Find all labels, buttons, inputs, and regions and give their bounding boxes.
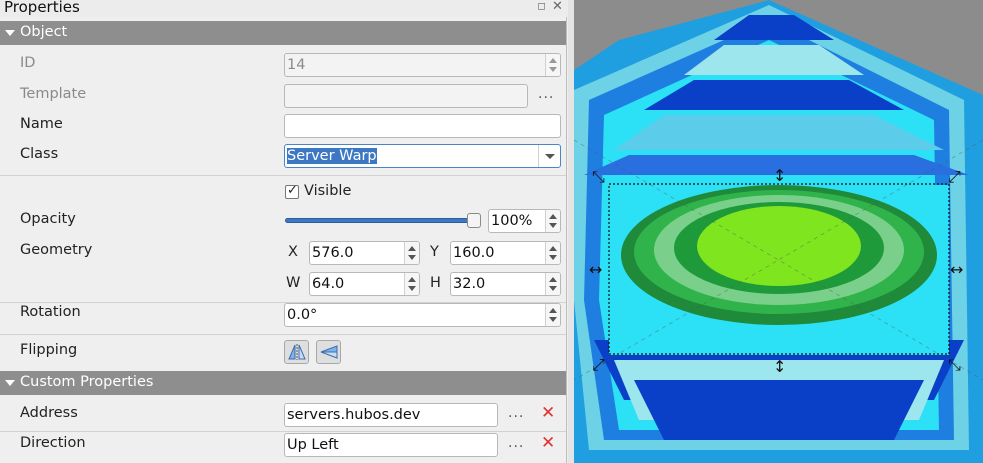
collapse-arrow-icon [5,30,15,36]
rotation-label: Rotation [20,304,81,320]
close-icon[interactable]: ✕ [551,0,564,13]
remove-icon[interactable]: ✕ [541,405,555,422]
panel-titlebar: Properties ◻ ✕ [0,0,568,17]
id-label: ID [20,55,36,71]
resize-handle-top-icon[interactable]: ↕ [773,166,786,185]
custom-property-name: Address [20,405,78,421]
x-spinner[interactable] [404,242,419,264]
flip-vertical-button[interactable] [316,340,341,364]
opacity-spinbox[interactable]: 100% [488,209,561,233]
class-label: Class [20,146,59,162]
custom-property-value: servers.hubos.dev [287,407,421,423]
visible-label[interactable]: Visible [304,183,351,199]
rotation-input[interactable]: 0.0° [284,303,561,327]
custom-property-name: Direction [20,435,86,451]
class-combobox[interactable]: Server Warp [284,144,561,168]
resize-handle-bottom-icon[interactable]: ↕ [773,357,786,376]
collapse-arrow-icon [5,380,15,386]
geometry-label: Geometry [20,242,93,258]
w-value: 64.0 [312,276,345,292]
resize-handle-top-left-icon[interactable]: ⤡ [592,167,605,186]
resize-handle-left-icon[interactable]: ↔ [589,260,602,279]
flip-horizontal-button[interactable] [284,340,309,364]
object-section-title: Object [20,24,68,40]
h-spinner[interactable] [545,273,560,295]
map-canvas[interactable]: ⤡ ↕ ⤢ ↔ ↔ ⤢ ↕ ⤡ [574,0,983,463]
w-spinner[interactable] [404,273,419,295]
custom-property-value: Up Left [287,437,339,453]
flip-horizontal-icon [288,344,306,360]
custom-properties-section-header[interactable]: Custom Properties [0,371,566,395]
separator [0,175,566,176]
id-field: 14 [284,53,561,77]
remove-icon[interactable]: ✕ [541,435,555,452]
y-spinner[interactable] [545,242,560,264]
w-label: W [286,275,301,291]
y-value: 160.0 [453,245,495,261]
visible-checkbox[interactable]: ✓ [285,183,299,199]
separator [0,334,566,335]
template-field [284,84,528,108]
chevron-down-icon[interactable] [538,145,560,167]
template-label: Template [20,86,87,102]
opacity-slider-handle[interactable] [467,213,481,228]
opacity-value: 100% [491,213,533,229]
svg-text:↕: ↕ [773,357,786,376]
rotation-spinner[interactable] [545,304,560,326]
map-view[interactable]: ⤡ ↕ ⤢ ↔ ↔ ⤢ ↕ ⤡ [574,0,983,463]
separator [0,431,566,432]
flipping-label: Flipping [20,342,78,358]
checkmark-icon: ✓ [287,183,298,198]
id-spinner [545,54,560,76]
svg-text:⤡: ⤡ [948,355,961,374]
flip-vertical-icon [320,345,338,359]
svg-text:⤢: ⤢ [948,167,961,186]
custom-property-value-input[interactable]: servers.hubos.dev [284,403,498,427]
opacity-slider[interactable] [285,218,480,223]
h-label: H [430,275,441,291]
svg-text:↔: ↔ [589,260,602,279]
h-value: 32.0 [453,276,486,292]
opacity-spinner[interactable] [545,210,560,232]
svg-text:⤢: ⤢ [592,355,605,374]
svg-text:⤡: ⤡ [592,167,605,186]
x-label: X [288,244,298,260]
svg-text:↕: ↕ [773,166,786,185]
resize-handle-bottom-right-icon[interactable]: ⤡ [948,355,961,374]
class-value: Server Warp [287,148,377,164]
x-value: 576.0 [312,245,354,261]
rotation-value: 0.0° [287,307,318,323]
object-section-header[interactable]: Object [0,21,566,45]
properties-panel: Properties ◻ ✕ Object ID 14 Template ...… [0,0,568,463]
template-browse-button[interactable]: ... [538,86,554,102]
app-window: Properties ◻ ✕ Object ID 14 Template ...… [0,0,983,463]
id-value: 14 [287,57,306,73]
panel-title: Properties [4,0,80,16]
custom-property-value-input[interactable]: Up Left [284,433,498,457]
name-input[interactable] [284,114,561,138]
panel-border [566,17,567,463]
custom-property-browse-button[interactable]: ... [508,405,524,421]
custom-properties-title: Custom Properties [20,374,154,390]
y-label: Y [430,244,439,260]
resize-handle-bottom-left-icon[interactable]: ⤢ [592,355,605,374]
h-input[interactable]: 32.0 [450,272,561,296]
y-input[interactable]: 160.0 [450,241,561,265]
x-input[interactable]: 576.0 [309,241,420,265]
resize-handle-top-right-icon[interactable]: ⤢ [948,167,961,186]
custom-property-browse-button[interactable]: ... [508,435,524,451]
resize-handle-right-icon[interactable]: ↔ [950,260,963,279]
float-icon[interactable]: ◻ [536,1,547,12]
w-input[interactable]: 64.0 [309,272,420,296]
svg-text:↔: ↔ [950,260,963,279]
opacity-label: Opacity [20,211,76,227]
name-label: Name [20,116,63,132]
